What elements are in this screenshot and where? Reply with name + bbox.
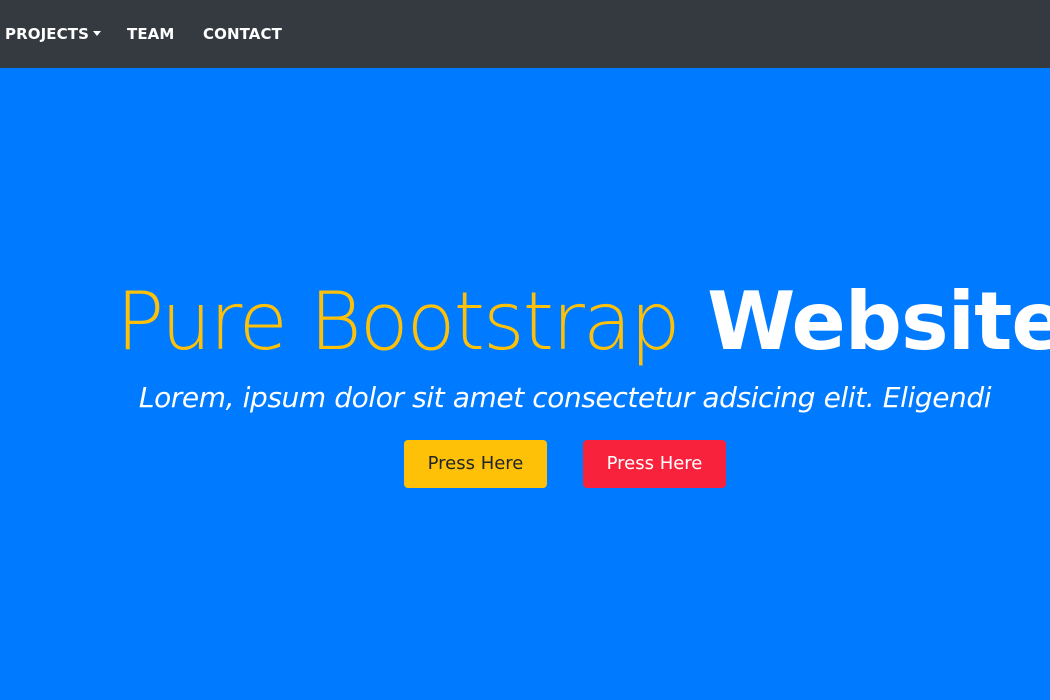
nav-item-projects-label: PROJECTS — [5, 25, 89, 43]
hero-title-light: Pure Bootstrap — [116, 275, 681, 368]
top-navbar: PROJECTS TEAM CONTACT — [0, 0, 1050, 68]
press-here-warning-button[interactable]: Press Here — [404, 440, 547, 488]
nav-item-projects[interactable]: PROJECTS — [5, 24, 101, 44]
hero-title: Pure Bootstrap Website — [116, 274, 1050, 370]
hero-section: Pure Bootstrap Website Lorem, ipsum dolo… — [0, 68, 1050, 700]
hero-title-bold: Website — [707, 275, 1050, 368]
hero-subtitle: Lorem, ipsum dolor sit amet consectetur … — [138, 381, 992, 414]
press-here-danger-button[interactable]: Press Here — [583, 440, 726, 488]
nav-item-team[interactable]: TEAM — [127, 24, 174, 44]
chevron-down-icon — [92, 31, 101, 36]
nav-item-contact[interactable]: CONTACT — [203, 24, 282, 44]
